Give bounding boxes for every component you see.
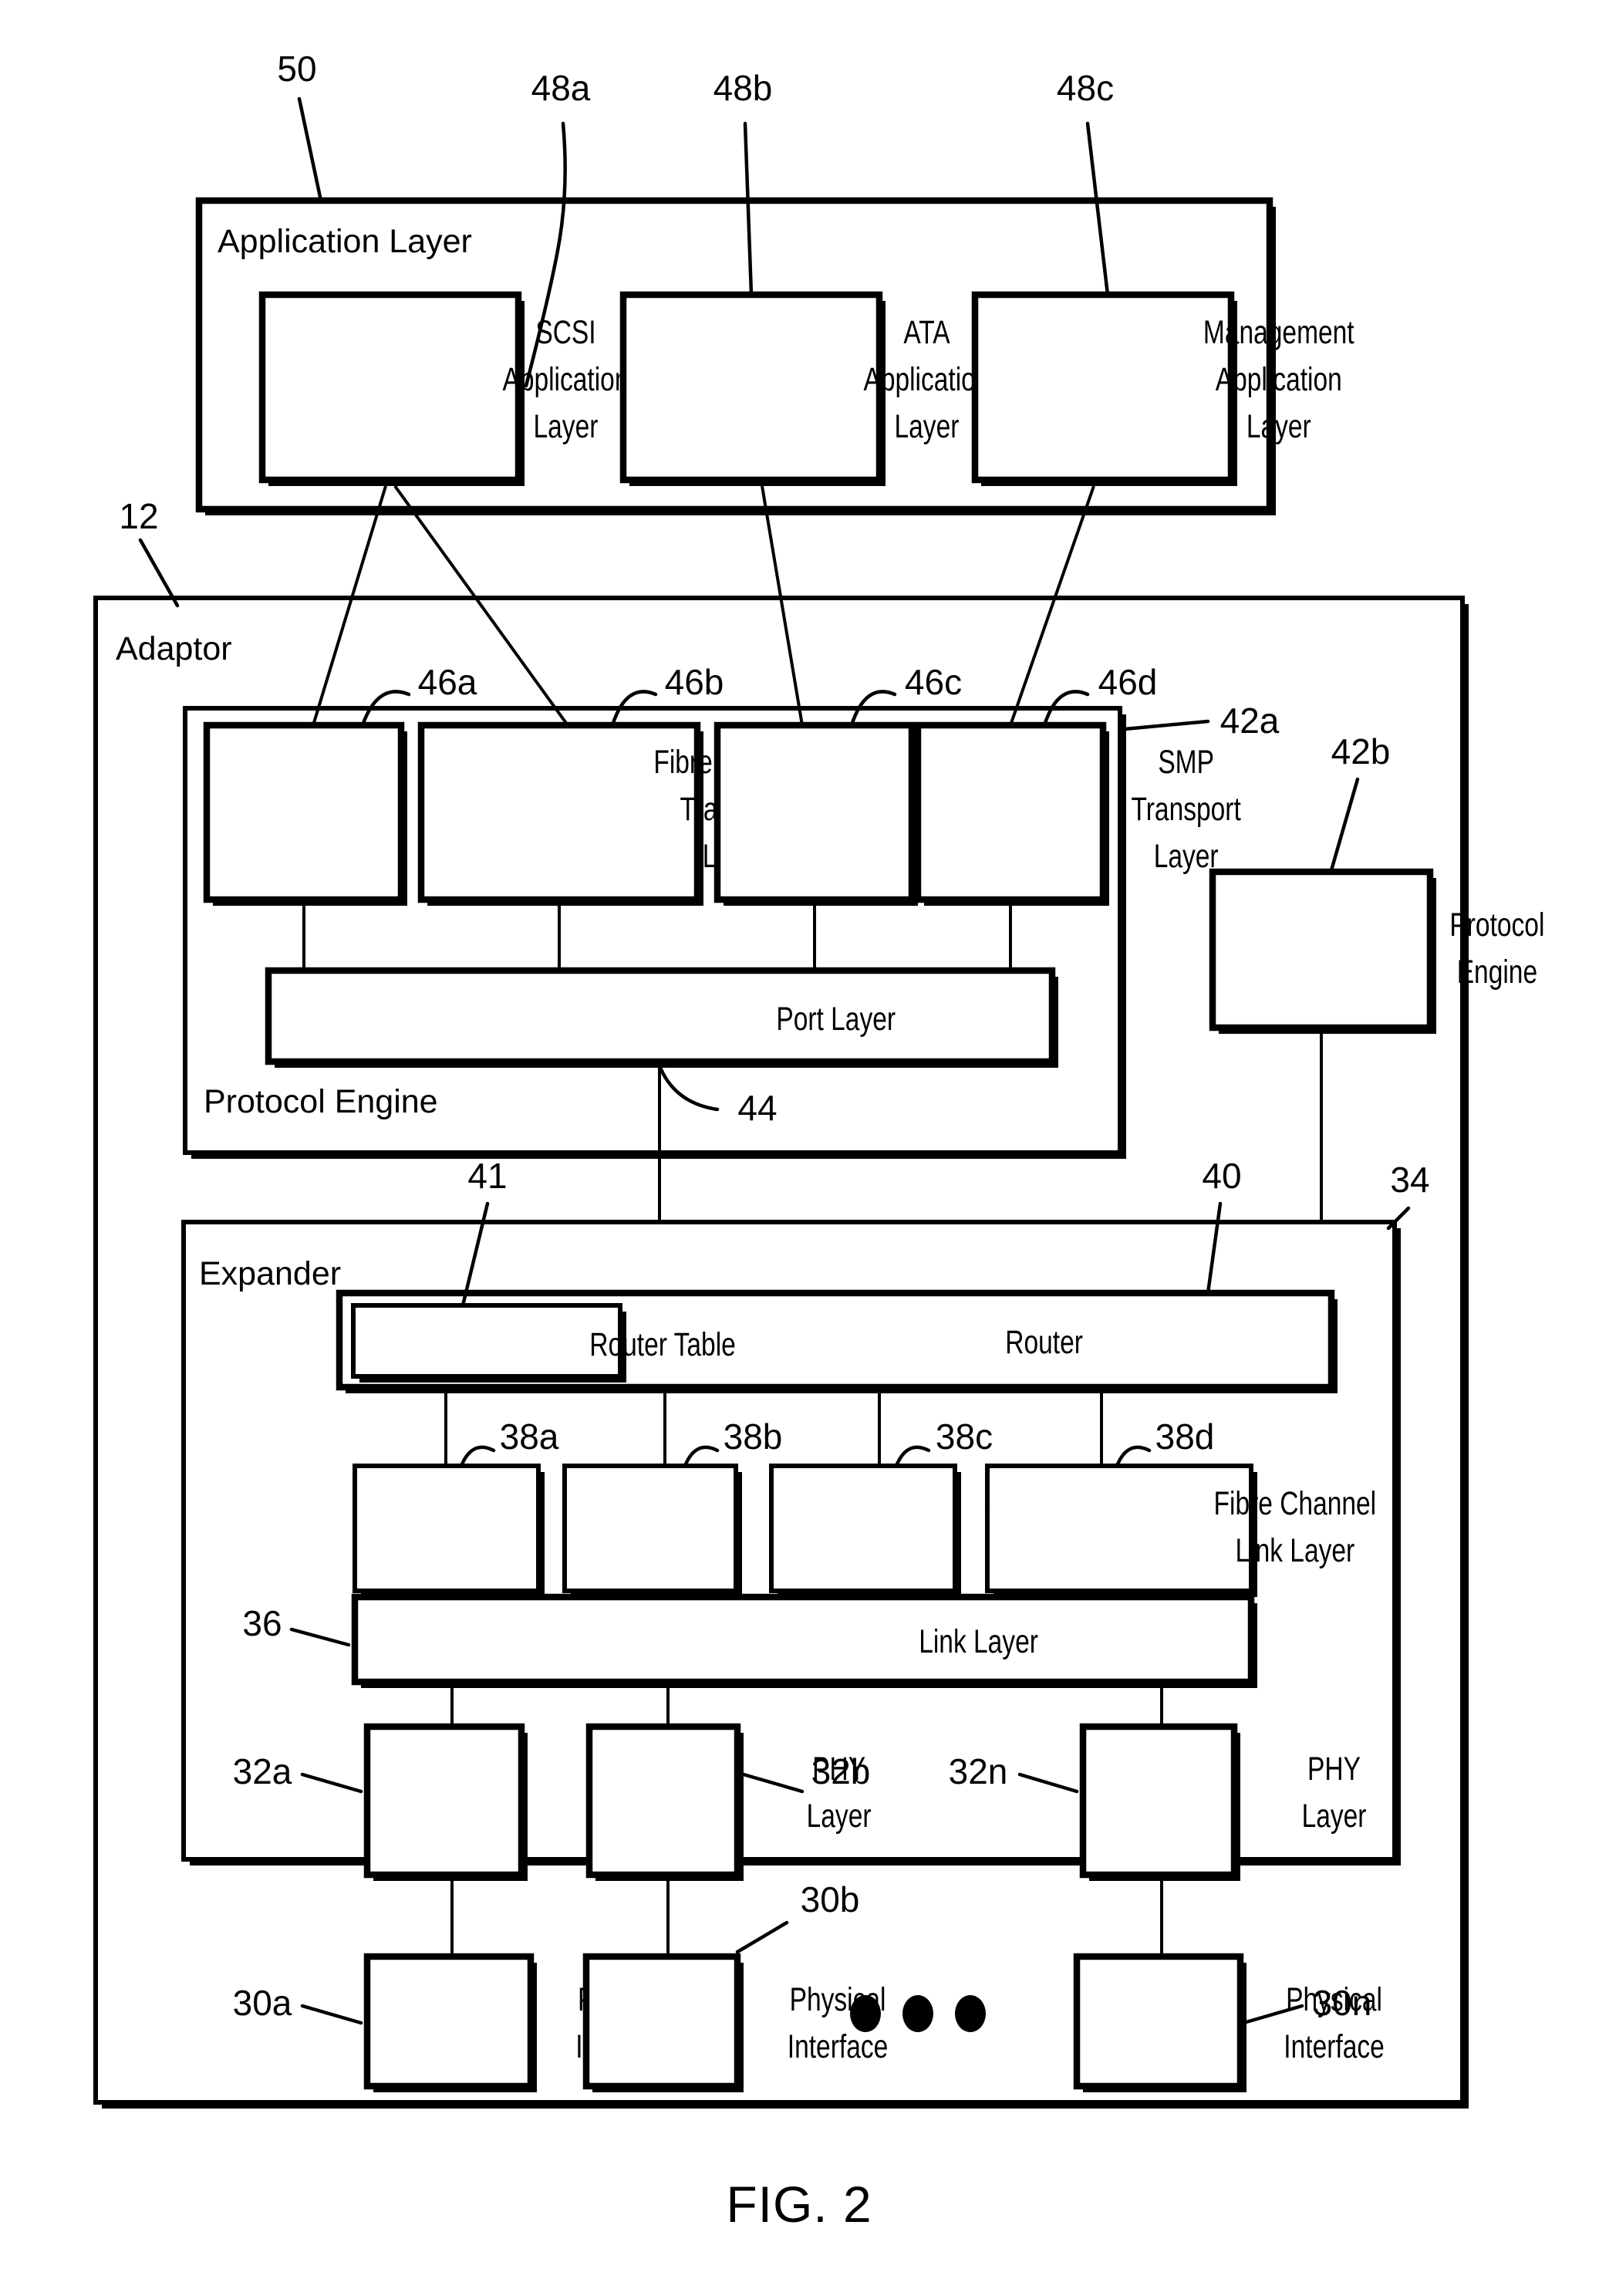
patent-figure: Application Layer SCSI Application Layer… — [0, 0, 1599, 2296]
pi-b-line-2: Interface — [788, 2028, 888, 2065]
management-application-layer-box[interactable] — [971, 291, 1237, 486]
physical-interface-b-box[interactable] — [582, 1953, 744, 2092]
mgmt-app-line-3: Layer — [1246, 408, 1311, 445]
ref-50: 50 — [277, 49, 316, 89]
ref-48b: 48b — [713, 68, 773, 108]
expander-title: Expander — [199, 1255, 341, 1292]
scsi-app-line-2: Application — [502, 361, 629, 398]
pi-n-line-2: Interface — [1284, 2028, 1384, 2065]
ref-38a: 38a — [500, 1416, 559, 1457]
ata-application-layer-box[interactable] — [619, 291, 886, 486]
scsi-app-line-3: Layer — [534, 408, 599, 445]
ref-46c: 46c — [905, 662, 962, 702]
ref-46a: 46a — [418, 662, 477, 702]
protocol-engine-a-title: Protocol Engine — [204, 1083, 438, 1120]
ref-44: 44 — [737, 1088, 777, 1128]
router-table-label: Router Table — [589, 1326, 736, 1363]
ref-36: 36 — [242, 1603, 282, 1643]
figure-caption: FIG. 2 — [726, 2176, 872, 2233]
ref-30a: 30a — [233, 1983, 292, 2023]
port-layer-label: Port Layer — [776, 1001, 896, 1038]
physical-interface-a-box[interactable] — [363, 1953, 537, 2092]
ref-32b: 32b — [811, 1751, 871, 1791]
stp-transport-layer-box[interactable] — [713, 721, 918, 906]
ref-41: 41 — [467, 1156, 507, 1196]
ref-48a: 48a — [531, 68, 591, 108]
protocol-engine-b-line-1: Protocol — [1449, 907, 1544, 944]
mgmt-app-line-2: Application — [1216, 361, 1342, 398]
ref-46d: 46d — [1098, 662, 1158, 702]
ssp-link-layer-box[interactable] — [353, 1464, 545, 1597]
protocol-engine-b-line-2: Engine — [1457, 954, 1537, 991]
stp-link-layer-box[interactable] — [562, 1464, 742, 1597]
scsi-application-layer-box[interactable] — [258, 291, 525, 486]
link-layer-box[interactable] — [351, 1593, 1257, 1688]
ref-40: 40 — [1202, 1156, 1241, 1196]
smp-transport-line-1: SMP — [1158, 744, 1214, 781]
ref-12: 12 — [119, 496, 158, 536]
smp-transport-line-2: Transport — [1132, 791, 1241, 828]
ref-42b: 42b — [1331, 731, 1391, 772]
phy-layer-n-box[interactable] — [1079, 1723, 1240, 1881]
port-layer-box[interactable] — [265, 967, 1058, 1068]
ref-32n: 32n — [949, 1751, 1008, 1791]
router-table-box[interactable] — [351, 1303, 626, 1383]
phy-n-line-1: PHY — [1307, 1751, 1361, 1788]
ref-42a: 42a — [1220, 701, 1280, 741]
fc-link-line-2: Link Layer — [1235, 1532, 1354, 1569]
ssp-transport-layer-box[interactable] — [203, 721, 407, 906]
smp-link-layer-box[interactable] — [769, 1464, 961, 1597]
ref-38d: 38d — [1155, 1416, 1215, 1457]
ata-app-line-1: ATA — [903, 314, 950, 351]
ref-46b: 46b — [665, 662, 724, 702]
phy-n-line-2: Layer — [1302, 1798, 1367, 1835]
smp-transport-line-3: Layer — [1154, 838, 1219, 875]
ref-38b: 38b — [724, 1416, 783, 1457]
leader-50 — [297, 96, 323, 203]
adaptor-title: Adaptor — [116, 630, 232, 667]
router-label: Router — [1005, 1324, 1083, 1361]
ata-app-line-3: Layer — [895, 408, 960, 445]
fc-link-line-1: Fibre Channel — [1214, 1485, 1377, 1522]
physical-interface-n-box[interactable] — [1073, 1953, 1246, 2092]
protocol-engine-b-box[interactable] — [1209, 868, 1436, 1034]
ref-30b: 30b — [801, 1879, 860, 1920]
ref-32a: 32a — [233, 1751, 292, 1791]
scsi-app-line-1: SCSI — [535, 314, 595, 351]
diagram-canvas: Application Layer SCSI Application Layer… — [93, 49, 1544, 2233]
mgmt-app-line-1: Management — [1203, 314, 1354, 351]
ref-38c: 38c — [936, 1416, 993, 1457]
phy-b-line-2: Layer — [807, 1798, 872, 1835]
phy-layer-a-box[interactable] — [363, 1723, 528, 1881]
ref-30n: 30n — [1313, 1983, 1372, 2023]
application-layer-title: Application Layer — [218, 223, 472, 260]
ref-48c: 48c — [1057, 68, 1114, 108]
ata-app-line-2: Application — [863, 361, 990, 398]
phy-layer-b-box[interactable] — [585, 1723, 744, 1881]
link-layer-label: Link Layer — [919, 1623, 1038, 1660]
smp-transport-layer-box[interactable] — [914, 721, 1109, 906]
ref-34: 34 — [1390, 1160, 1429, 1200]
ellipsis-dots — [850, 1995, 986, 2032]
